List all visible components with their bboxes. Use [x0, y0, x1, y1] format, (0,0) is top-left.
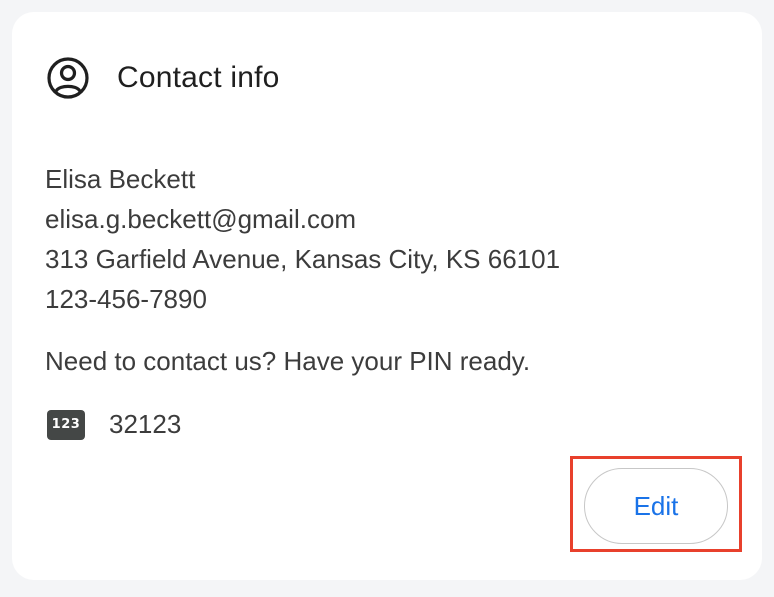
- contact-info-card: Contact info Elisa Beckett elisa.g.becke…: [12, 12, 762, 580]
- contact-name: Elisa Beckett: [45, 164, 196, 194]
- pin-icon: 123: [47, 409, 85, 440]
- pin-value: 32123: [109, 409, 182, 439]
- contact-details: Elisa Beckett elisa.g.beckett@gmail.com …: [45, 159, 560, 319]
- card-header: Contact info: [46, 56, 280, 100]
- edit-button[interactable]: Edit: [584, 468, 728, 544]
- pin-row: 123 32123: [47, 409, 181, 440]
- pin-notice: Need to contact us? Have your PIN ready.: [45, 346, 531, 376]
- account-circle-icon: [46, 56, 90, 100]
- contact-address: 313 Garfield Avenue, Kansas City, KS 661…: [45, 244, 561, 274]
- card-title: Contact info: [117, 61, 280, 94]
- contact-email: elisa.g.beckett@gmail.com: [45, 204, 357, 234]
- contact-phone: 123-456-7890: [45, 284, 207, 314]
